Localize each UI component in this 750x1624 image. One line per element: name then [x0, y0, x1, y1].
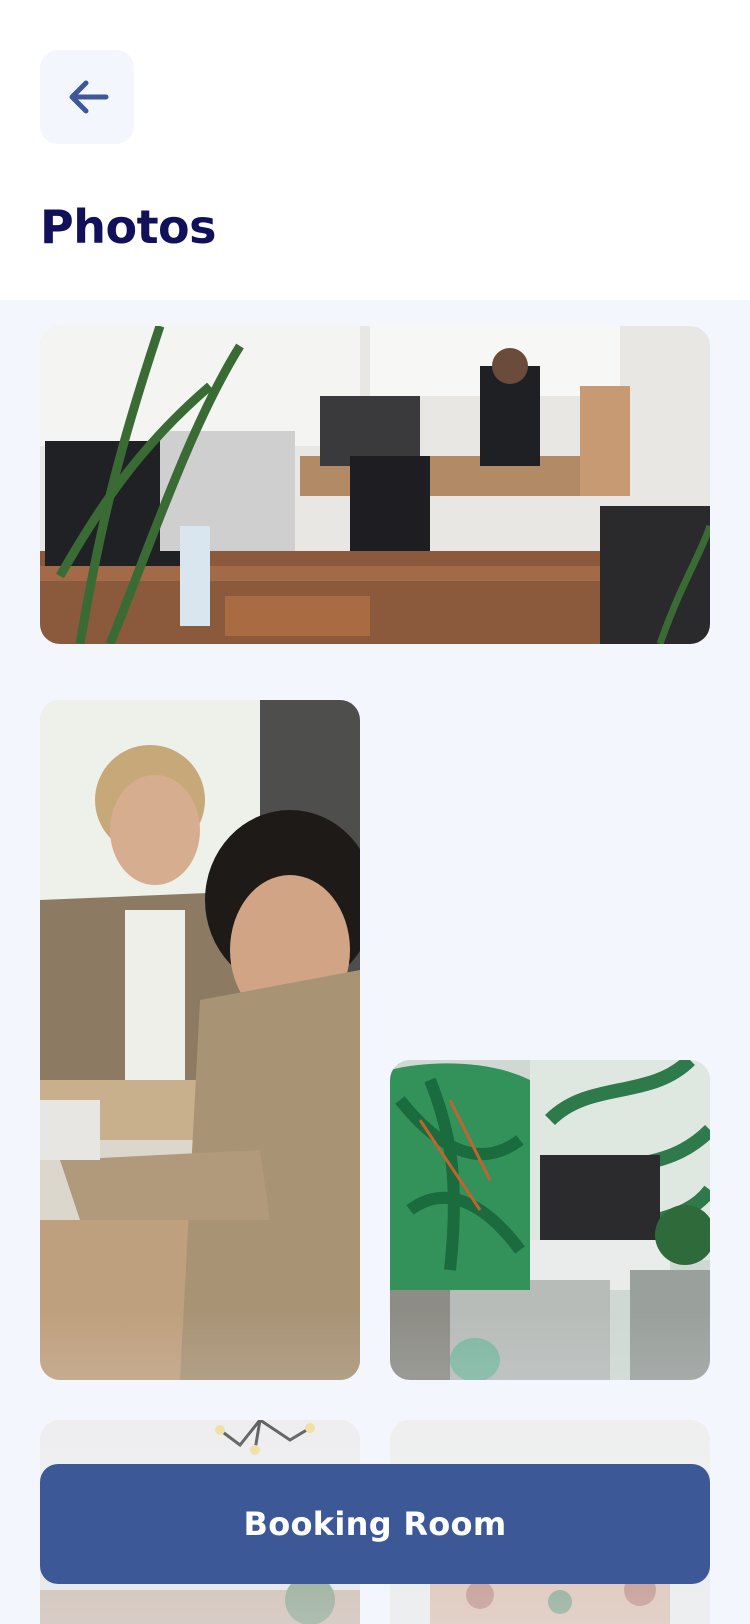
- back-button[interactable]: [40, 50, 134, 144]
- photo-lounge[interactable]: [390, 1060, 710, 1380]
- photos-screen: Photos Booking Room: [0, 0, 750, 1624]
- booking-room-button[interactable]: Booking Room: [40, 1464, 710, 1584]
- arrow-left-icon: [69, 80, 109, 114]
- photo-office-workspace[interactable]: [40, 326, 710, 644]
- photo-people-working[interactable]: [40, 700, 360, 1380]
- page-title: Photos: [40, 200, 217, 254]
- header: Photos: [0, 0, 750, 300]
